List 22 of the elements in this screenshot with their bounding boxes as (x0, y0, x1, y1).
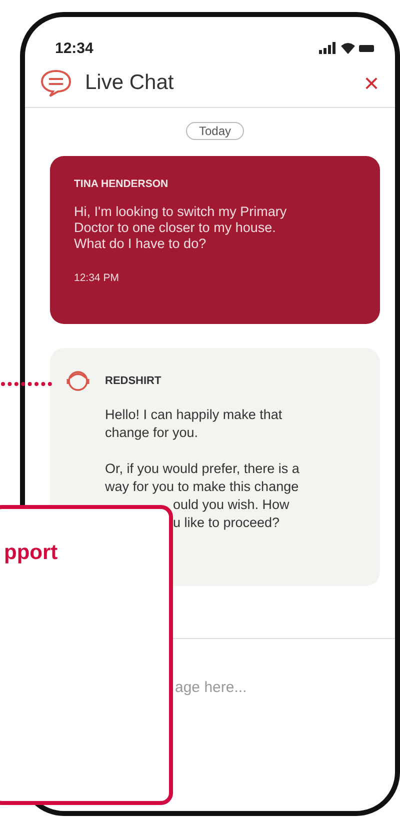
message-text: u like to proceed? (172, 514, 280, 532)
status-time: 12:34 (55, 40, 94, 56)
chat-title: Live Chat (85, 71, 175, 95)
dotted-leader-line (0, 381, 52, 387)
sender-name: TINA HENDERSON (74, 178, 170, 190)
date-chip: Today (186, 122, 244, 140)
sender-name: REDSHIRT (105, 375, 162, 387)
status-icons (319, 42, 375, 54)
message-text: Or, if you would prefer, there is a (105, 460, 300, 478)
message-text: Hi, I'm looking to switch my Primary (74, 204, 287, 220)
message-text: Hello! I can happily make that (105, 406, 282, 424)
message-text: way for you to make this change (105, 478, 299, 496)
close-button[interactable]: × (360, 70, 383, 96)
message-time: 12:34 PM (74, 272, 120, 284)
message-text: change for you. (105, 424, 198, 442)
chat-bubble-icon (39, 68, 73, 98)
message-input[interactable]: age here... (173, 678, 357, 696)
agent-avatar-icon (65, 368, 91, 394)
message-text: ould you wish. How (172, 496, 290, 514)
message-text: What do I have to do? (74, 236, 206, 252)
callout-title: pport (4, 541, 58, 565)
message-text: Doctor to one closer to my house. (74, 220, 276, 236)
